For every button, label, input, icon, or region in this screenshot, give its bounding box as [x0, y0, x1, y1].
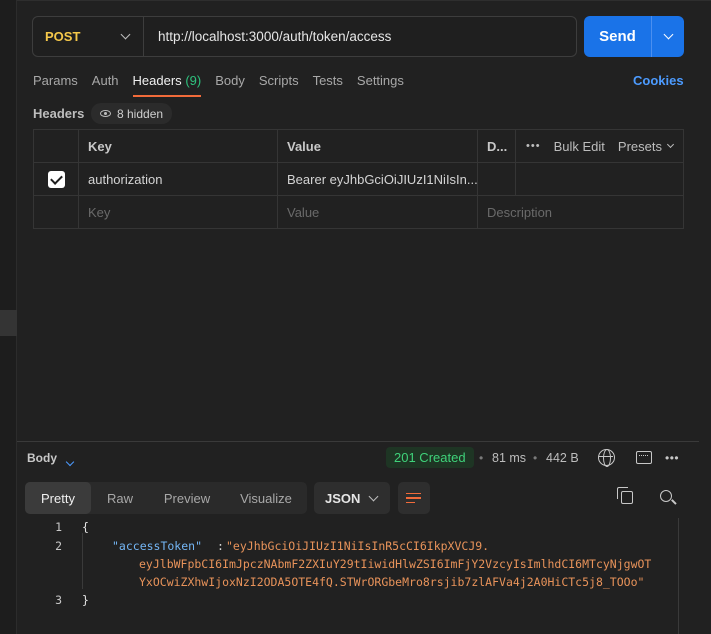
left-sidebar-edge [0, 0, 17, 634]
json-key: "accessToken" [112, 539, 203, 553]
response-body-toggle[interactable] [65, 453, 75, 468]
chevron-down-icon [666, 140, 675, 149]
method-label: POST [45, 29, 81, 44]
request-bar: POST http://localhost:3000/auth/token/ac… [32, 16, 577, 57]
cookies-link[interactable]: Cookies [633, 73, 684, 88]
chevron-down-icon [368, 491, 379, 501]
view-visualize[interactable]: Visualize [225, 482, 307, 514]
json-string-value: YxOCwiZXhwIjoxNzI2ODA5OTE4fQ.STWrORGbeMr… [139, 575, 645, 589]
response-time[interactable]: 81 ms [492, 451, 526, 465]
tab-label: Scripts [258, 73, 299, 88]
check-column-header [34, 130, 79, 162]
send-button-group: Send [584, 16, 684, 57]
row-actions [516, 163, 683, 195]
tab-label: Headers [132, 73, 182, 88]
line-number: 1 [55, 520, 62, 534]
tab-label: Params [33, 73, 78, 88]
top-divider [17, 0, 711, 1]
table-row-empty: Key Value Description [34, 196, 683, 228]
description-column-header: D... [478, 130, 516, 162]
table-header-row: Key Value D... ••• Bulk Edit Presets [34, 130, 683, 163]
row-checkbox-cell [34, 163, 79, 195]
tab-headers[interactable]: Headers (9) [132, 73, 202, 97]
hidden-headers-label: 8 hidden [117, 106, 164, 121]
line-number: 2 [55, 539, 62, 553]
tab-label: Body [215, 73, 245, 88]
empty-check-cell [34, 196, 79, 228]
new-description-input[interactable]: Description [478, 196, 683, 228]
table-actions: ••• Bulk Edit Presets [516, 130, 683, 162]
tab-auth[interactable]: Auth [92, 73, 119, 97]
eye-icon [100, 110, 111, 117]
more-icon[interactable]: ••• [665, 451, 679, 465]
header-value-cell[interactable]: Bearer eyJhbGciOiJIUzI1NiIsIn... [278, 163, 478, 195]
separator-dot: • [479, 451, 484, 465]
key-column-header: Key [79, 130, 278, 162]
tab-params[interactable]: Params [33, 73, 78, 97]
url-input[interactable]: http://localhost:3000/auth/token/access [144, 29, 391, 44]
response-divider[interactable] [17, 441, 699, 442]
tab-settings[interactable]: Settings [357, 73, 404, 97]
format-select[interactable]: JSON [314, 482, 390, 514]
tab-tests[interactable]: Tests [313, 73, 343, 97]
bulk-edit-button[interactable]: Bulk Edit [554, 139, 605, 154]
view-preview[interactable]: Preview [149, 482, 225, 514]
wrap-lines-icon[interactable] [398, 482, 430, 514]
editor-scroll-edge [678, 518, 679, 634]
json-brace-close: } [82, 593, 89, 607]
method-select[interactable]: POST [33, 17, 144, 56]
tab-label: Tests [312, 73, 343, 88]
table-row: authorization Bearer eyJhbGciOiJIUzI1NiI… [34, 163, 683, 196]
chevron-down-icon [65, 457, 75, 467]
hidden-headers-toggle[interactable]: 8 hidden [91, 103, 173, 124]
response-body-label[interactable]: Body [27, 451, 57, 465]
tab-body[interactable]: Body [215, 73, 245, 97]
save-response-icon[interactable] [636, 451, 652, 464]
json-string-value: eyJlbWFpbCI6ImJpczNAbmF2ZXIuY29tIiwidHlw… [139, 557, 652, 571]
tab-label: Settings [356, 73, 404, 88]
response-view-tabs: Pretty Raw Preview Visualize [25, 482, 307, 514]
response-size[interactable]: 442 B [546, 451, 579, 465]
headers-section-title: Headers [33, 106, 85, 121]
tab-label: Auth [91, 73, 119, 88]
json-brace-open: { [82, 520, 89, 534]
chevron-down-icon [663, 29, 673, 40]
presets-dropdown[interactable]: Presets [617, 138, 675, 154]
headers-count: (9) [185, 73, 202, 88]
globe-icon[interactable] [598, 449, 615, 467]
new-value-input[interactable]: Value [278, 196, 478, 228]
request-tabs: Params Auth Headers (9) Body Scripts Tes… [33, 73, 418, 97]
sidebar-active-marker [0, 310, 17, 336]
header-description-cell[interactable] [478, 163, 516, 195]
status-badge[interactable]: 201 Created [386, 447, 474, 468]
indent-guide [82, 533, 83, 589]
line-number: 3 [55, 593, 62, 607]
headers-table: Key Value D... ••• Bulk Edit Presets aut… [33, 129, 684, 229]
new-key-input[interactable]: Key [79, 196, 278, 228]
search-icon[interactable] [660, 490, 672, 502]
view-pretty[interactable]: Pretty [25, 482, 91, 514]
checkbox-icon[interactable] [47, 170, 65, 188]
send-button[interactable]: Send [584, 16, 651, 57]
separator-dot: • [533, 451, 538, 465]
format-label: JSON [325, 490, 361, 506]
more-icon[interactable]: ••• [526, 140, 541, 152]
value-column-header: Value [278, 130, 478, 162]
json-string-value: "eyJhbGciOiJIUzI1NiIsInR5cCI6IkpXVCJ9. [226, 539, 490, 553]
send-options-button[interactable] [651, 16, 684, 57]
view-raw[interactable]: Raw [91, 482, 149, 514]
tab-scripts[interactable]: Scripts [259, 73, 299, 97]
copy-icon[interactable] [617, 487, 633, 504]
presets-label: Presets [617, 138, 662, 154]
chevron-down-icon [120, 29, 131, 40]
header-key-cell[interactable]: authorization [79, 163, 278, 195]
